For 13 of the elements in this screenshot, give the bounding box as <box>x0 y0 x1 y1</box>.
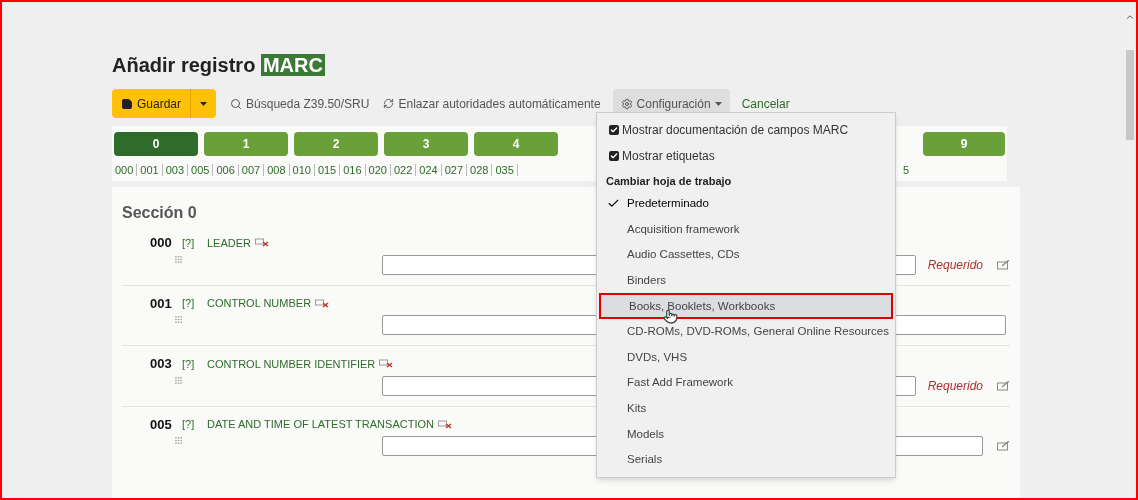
field-label: CONTROL NUMBER IDENTIFIER <box>207 356 376 372</box>
field-tag: 005 <box>150 414 182 434</box>
required-label: Requerido <box>927 256 983 274</box>
field-label: LEADER <box>207 235 252 251</box>
menu-header: Cambiar hoja de trabajo <box>605 174 733 189</box>
section-title: Sección 0 <box>122 203 197 223</box>
field-tag: 001 <box>150 293 182 313</box>
field-tag: 000 <box>150 233 182 253</box>
field-label: DATE AND TIME OF LATEST TRANSACTION <box>207 417 434 432</box>
page-title: Añadir registro MARC <box>112 53 326 78</box>
field-label: CONTROL NUMBER <box>207 296 312 311</box>
required-label: Requerido <box>927 377 983 395</box>
field-tag: 003 <box>150 354 182 374</box>
